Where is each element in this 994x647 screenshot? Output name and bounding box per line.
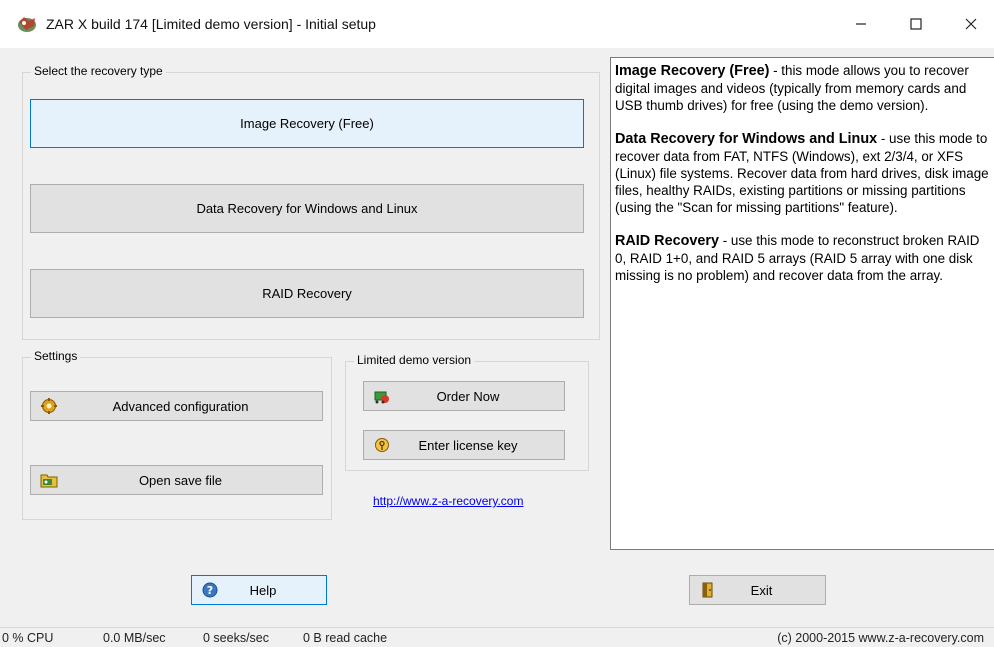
data-recovery-heading: Data Recovery for Windows and Linux	[615, 131, 878, 147]
svg-text:?: ?	[207, 584, 213, 597]
order-now-label: Order Now	[436, 388, 500, 404]
description-panel: Image Recovery (Free) - this mode allows…	[610, 57, 994, 550]
window-title: ZAR X build 174 [Limited demo version] -…	[46, 16, 376, 32]
raid-recovery-button[interactable]: RAID Recovery	[30, 269, 584, 318]
raid-recovery-heading: RAID Recovery	[615, 233, 719, 249]
close-button[interactable]	[948, 0, 994, 48]
raid-recovery-label: RAID Recovery	[262, 286, 352, 301]
exit-button[interactable]: Exit	[689, 575, 826, 605]
website-link[interactable]: http://www.z-a-recovery.com	[373, 493, 523, 508]
open-save-file-label: Open save file	[138, 472, 223, 488]
zar-app-icon	[16, 14, 38, 34]
minimize-icon	[856, 23, 866, 25]
cart-icon	[372, 386, 392, 406]
read-cache: 0 B read cache	[303, 631, 388, 645]
data-recovery-button[interactable]: Data Recovery for Windows and Linux	[30, 184, 584, 233]
open-save-file-button[interactable]: Open save file	[30, 465, 323, 495]
exit-door-icon	[698, 580, 718, 600]
minimize-button[interactable]	[838, 0, 884, 48]
image-recovery-label: Image Recovery (Free)	[240, 116, 374, 131]
settings-group: Settings	[22, 349, 332, 520]
exit-label: Exit	[750, 582, 773, 598]
maximize-button[interactable]	[893, 0, 939, 48]
settings-title: Settings	[31, 349, 81, 363]
seek-rate: 0 seeks/sec	[203, 631, 270, 645]
image-recovery-heading: Image Recovery (Free)	[615, 63, 770, 79]
demo-version-title: Limited demo version	[354, 353, 475, 367]
key-icon	[372, 435, 392, 455]
enter-license-key-button[interactable]: Enter license key	[363, 430, 565, 460]
image-recovery-description: Image Recovery (Free) - this mode allows…	[615, 62, 990, 114]
help-label: Help	[249, 582, 277, 598]
status-bar: 0 % CPU 0.0 MB/sec 0 seeks/sec 0 B read …	[0, 627, 994, 647]
copyright-text: (c) 2000-2015 www.z-a-recovery.com	[777, 631, 984, 645]
cpu-usage: 0 % CPU	[2, 631, 54, 645]
website-link-text[interactable]: http://www.z-a-recovery.com	[373, 494, 523, 508]
advanced-configuration-button[interactable]: Advanced configuration	[30, 391, 323, 421]
raid-recovery-description: RAID Recovery - use this mode to reconst…	[615, 232, 990, 284]
enter-license-key-label: Enter license key	[418, 437, 518, 453]
help-icon: ?	[200, 580, 220, 600]
folder-icon	[39, 470, 59, 490]
data-recovery-description: Data Recovery for Windows and Linux - us…	[615, 130, 990, 216]
maximize-icon	[910, 18, 922, 30]
advanced-configuration-label: Advanced configuration	[112, 398, 249, 414]
close-icon	[965, 18, 977, 30]
image-recovery-button[interactable]: Image Recovery (Free)	[30, 99, 584, 148]
data-recovery-label: Data Recovery for Windows and Linux	[196, 201, 418, 216]
order-now-button[interactable]: Order Now	[363, 381, 565, 411]
help-button[interactable]: ? Help	[191, 575, 327, 605]
gear-icon	[39, 396, 59, 416]
recovery-type-title: Select the recovery type	[31, 64, 166, 78]
transfer-speed: 0.0 MB/sec	[103, 631, 166, 645]
